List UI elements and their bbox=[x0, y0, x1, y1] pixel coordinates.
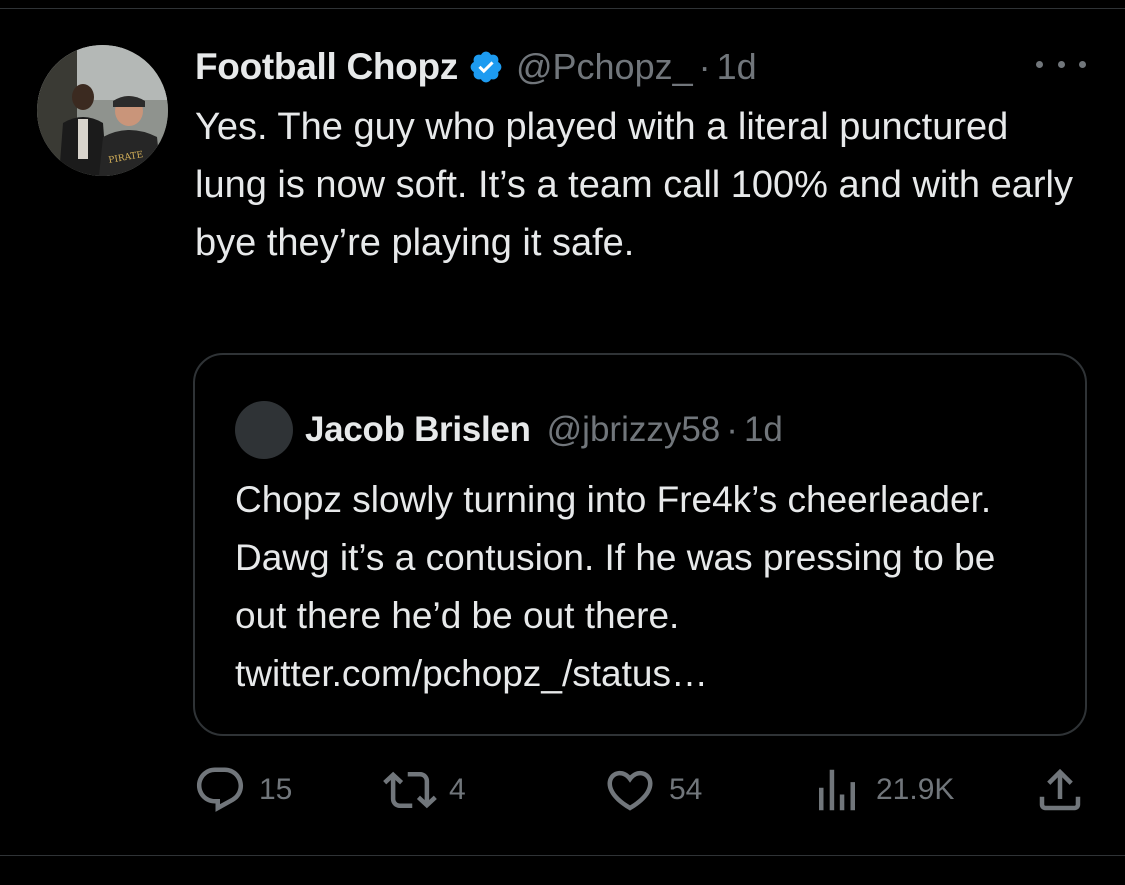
tweet-header: Football Chopz @Pchopz_ · 1d bbox=[195, 40, 757, 94]
more-dot bbox=[1057, 60, 1065, 68]
more-icon[interactable] bbox=[1036, 52, 1086, 76]
avatar-photo: PIRATE bbox=[37, 45, 168, 176]
quoted-tweet-time: 1d bbox=[743, 410, 783, 449]
quoted-author-name: Jacob Brislen bbox=[305, 410, 531, 449]
separator-dot: · bbox=[726, 410, 738, 449]
repost-button[interactable]: 4 bbox=[383, 760, 466, 820]
like-button[interactable]: 54 bbox=[603, 760, 702, 820]
more-dot bbox=[1079, 60, 1086, 68]
quoted-tweet-card[interactable]: Jacob Brislen @jbrizzy58 · 1d Chopz slow… bbox=[193, 353, 1087, 736]
author-avatar[interactable]: PIRATE bbox=[37, 45, 168, 176]
action-bar: 15 4 54 21.9K bbox=[193, 760, 1093, 820]
tweet-time[interactable]: 1d bbox=[717, 46, 757, 88]
quoted-tweet-header: Jacob Brislen @jbrizzy58 · 1d bbox=[305, 401, 783, 459]
repost-count: 4 bbox=[449, 773, 466, 806]
share-icon bbox=[1033, 763, 1087, 817]
views-count: 21.9K bbox=[876, 773, 955, 806]
reply-icon bbox=[193, 763, 247, 817]
reply-count: 15 bbox=[259, 773, 293, 806]
author-name[interactable]: Football Chopz bbox=[195, 46, 458, 88]
views-chart-icon bbox=[810, 763, 864, 817]
heart-icon bbox=[603, 763, 657, 817]
bottom-divider bbox=[0, 855, 1125, 856]
top-divider bbox=[0, 8, 1125, 9]
quoted-author-handle: @jbrizzy58 bbox=[546, 410, 721, 449]
separator-dot: · bbox=[698, 46, 711, 87]
author-handle[interactable]: @Pchopz_ bbox=[516, 46, 693, 88]
quoted-tweet-text: Chopz slowly turning into Fre4k’s cheerl… bbox=[235, 479, 996, 694]
like-count: 54 bbox=[669, 773, 703, 806]
tweet-text: Yes. The guy who played with a literal p… bbox=[195, 106, 1073, 264]
views-button[interactable]: 21.9K bbox=[810, 760, 954, 820]
quoted-author-avatar bbox=[235, 401, 293, 459]
reply-button[interactable]: 15 bbox=[193, 760, 292, 820]
more-dot bbox=[1036, 60, 1043, 68]
share-button[interactable] bbox=[1033, 760, 1087, 820]
verified-badge-icon[interactable] bbox=[468, 49, 504, 85]
repost-icon bbox=[383, 763, 437, 817]
